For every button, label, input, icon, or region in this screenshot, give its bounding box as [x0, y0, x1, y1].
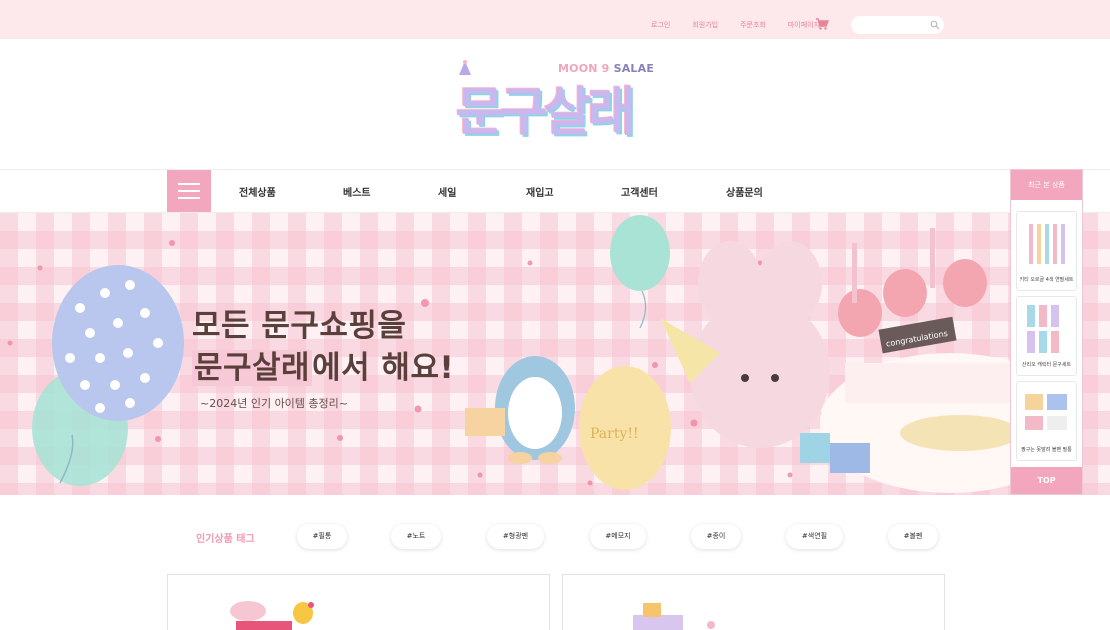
mint-balloon: [610, 215, 670, 291]
feature-card-2-image: [633, 603, 715, 630]
tag-pencil-case[interactable]: #필통: [297, 524, 347, 549]
popular-tags-label: 인기상품 태그: [196, 534, 255, 545]
hero-title-line2: 문구살래에서 해요!: [192, 347, 454, 389]
product-stationery-image: [1027, 305, 1059, 353]
order-lookup-link[interactable]: 주문조회: [740, 20, 766, 30]
nav-all-products[interactable]: 전체상품: [239, 184, 276, 199]
hero-title-line1: 모든 문구쇼핑을: [192, 308, 407, 344]
recent-products-panel: 최근 본 상품 키티 오르골 4색 연필세트 산리오 캐릭터 문구세트 짱구는 …: [1010, 169, 1083, 495]
recent-item-2[interactable]: 산리오 캐릭터 문구세트: [1016, 296, 1077, 376]
blue-balloon: [52, 265, 184, 421]
nav-sale[interactable]: 세일: [438, 184, 456, 199]
tag-ballpen[interactable]: #볼펜: [888, 524, 938, 549]
hamburger-icon[interactable]: [167, 170, 211, 212]
feature-card-1[interactable]: [167, 574, 550, 630]
cart-icon[interactable]: [815, 17, 829, 31]
hero-illustration: Party!! congratulations: [7, 215, 1080, 493]
tag-highlighter[interactable]: #형광펜: [487, 524, 544, 549]
search-icon[interactable]: [930, 20, 940, 30]
logo-main: 문구살래: [456, 83, 635, 143]
site-logo[interactable]: MOON 9 SALAE 문구살래: [450, 56, 660, 148]
shop-page: 로그인 회원가입 주문조회 마이페이지 MOON 9 SALAE 문구살래 전체…: [0, 0, 1110, 630]
recent-products-title: 최근 본 상품: [1011, 170, 1082, 200]
top-links: 로그인 회원가입 주문조회 마이페이지: [651, 20, 842, 30]
nav-restock[interactable]: 재입고: [526, 184, 554, 199]
feature-card-1-image: [230, 601, 314, 630]
nav-customer-center[interactable]: 고객센터: [621, 184, 658, 199]
hero-banner[interactable]: Party!! congratulations: [0, 213, 1110, 495]
recent-item-caption: 산리오 캐릭터 문구세트: [1021, 362, 1072, 368]
signup-link[interactable]: 회원가입: [692, 20, 718, 30]
recent-item-caption: 키티 오르골 4색 연필세트: [1019, 277, 1074, 283]
tag-paper[interactable]: #종이: [691, 524, 741, 549]
tag-notebook[interactable]: #노트: [391, 524, 441, 549]
login-link[interactable]: 로그인: [651, 20, 670, 30]
product-penset-image: [1025, 394, 1067, 430]
product-pencil-image: [1029, 224, 1065, 264]
nav-best[interactable]: 베스트: [343, 184, 371, 199]
recent-item-1[interactable]: 키티 오르골 4색 연필세트: [1016, 211, 1077, 291]
feature-card-2[interactable]: [562, 574, 945, 630]
hero-highlight: 문구살래: [192, 350, 313, 386]
balloon-party-text: Party!!: [590, 426, 639, 442]
bear-character: [690, 298, 830, 448]
nav-product-inquiry[interactable]: 상품문의: [726, 184, 763, 199]
top-utility-bar: [0, 0, 1110, 39]
hero-subtitle: ~2024년 인기 아이템 총정리~: [200, 397, 348, 410]
recent-item-3[interactable]: 짱구는 못말려 볼펜 필통: [1016, 381, 1077, 461]
recent-item-caption: 짱구는 못말려 볼펜 필통: [1021, 447, 1072, 453]
top-button[interactable]: TOP: [1011, 467, 1082, 494]
hero-title-rest: 에서 해요!: [312, 350, 455, 386]
tag-memo[interactable]: #메모지: [590, 524, 646, 549]
tag-colored-pencil[interactable]: #색연필: [786, 524, 843, 549]
